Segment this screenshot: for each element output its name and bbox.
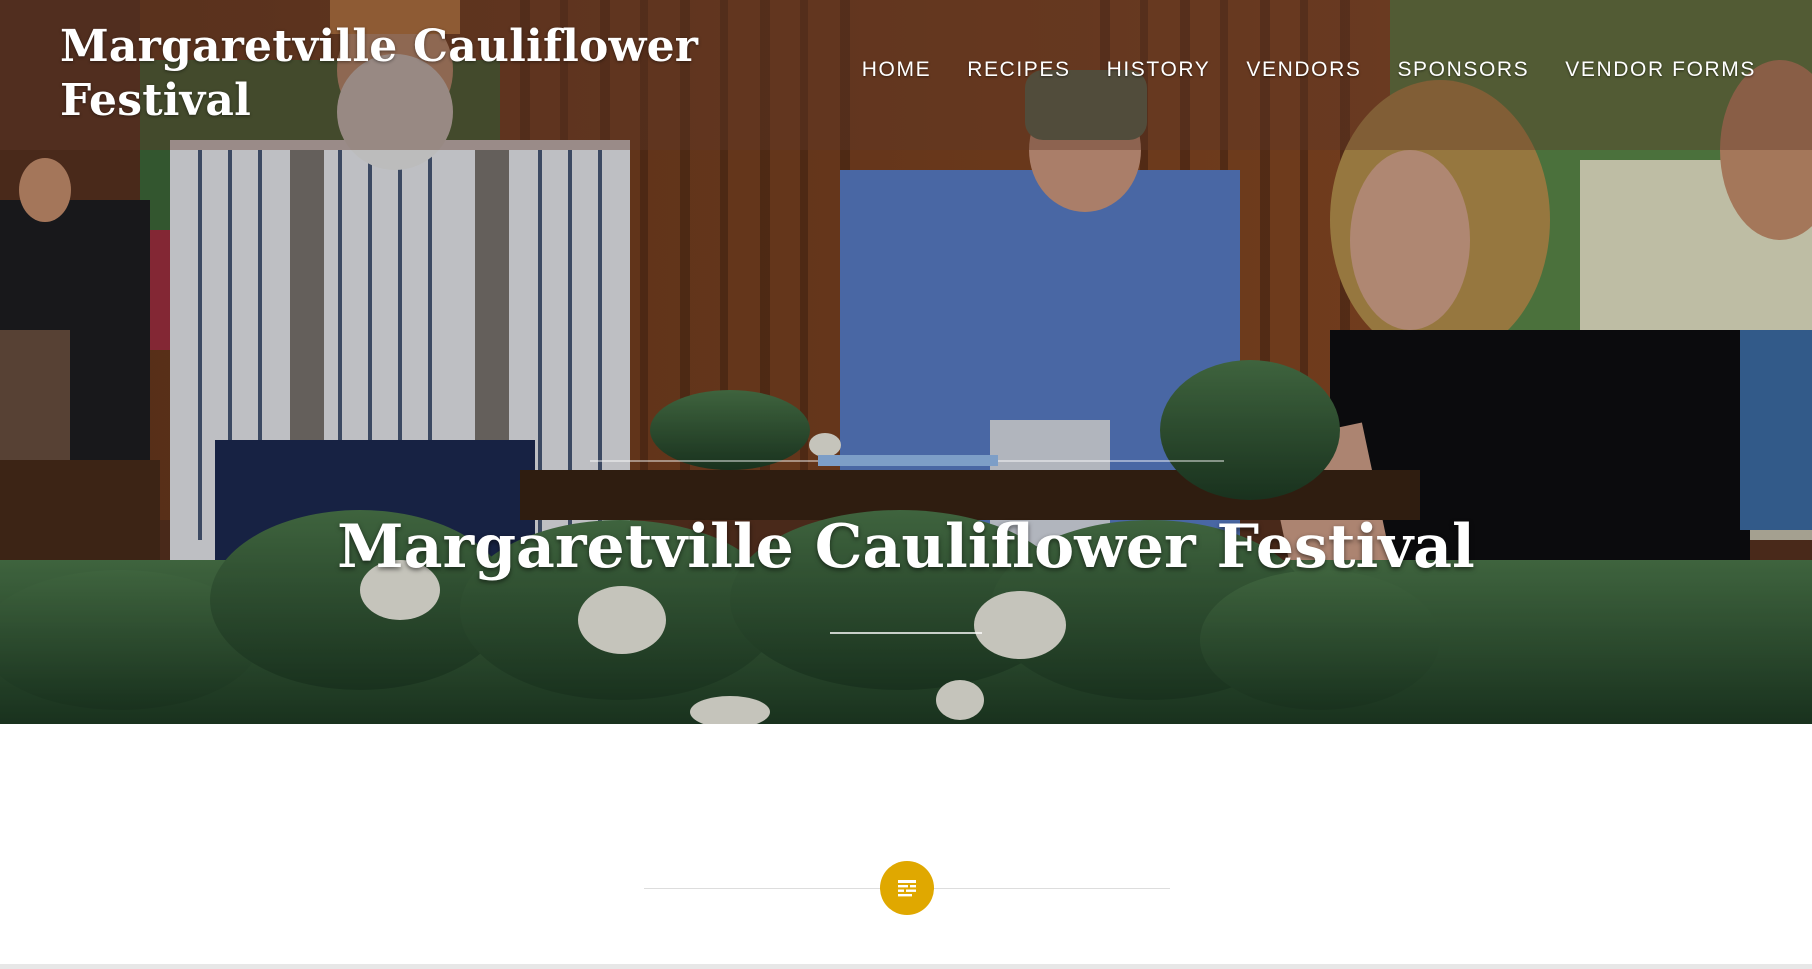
main-navigation: HOME RECIPES HISTORY VENDORS SPONSORS VE…: [826, 56, 1756, 84]
site-title[interactable]: Margaretville Cauliflower Festival: [60, 20, 700, 128]
nav-item-vendors[interactable]: VENDORS: [1246, 56, 1361, 84]
page-bottom-edge: [0, 964, 1812, 969]
nav-item-recipes[interactable]: RECIPES: [967, 56, 1070, 84]
nav-item-home[interactable]: HOME: [862, 56, 931, 84]
nav-item-sponsors[interactable]: SPONSORS: [1397, 56, 1529, 84]
nav-item-history[interactable]: HISTORY: [1107, 56, 1211, 84]
hero-accent-bar: [818, 455, 998, 466]
hero-banner: Margaretville Cauliflower Festival HOME …: [0, 0, 1812, 724]
text-lines-icon: [898, 880, 916, 897]
hero-title: Margaretville Cauliflower Festival: [337, 512, 1475, 582]
hero-divider-bottom: [830, 632, 982, 634]
nav-item-vendor-forms[interactable]: VENDOR FORMS: [1565, 56, 1756, 84]
post-format-standard-icon: [880, 861, 934, 915]
